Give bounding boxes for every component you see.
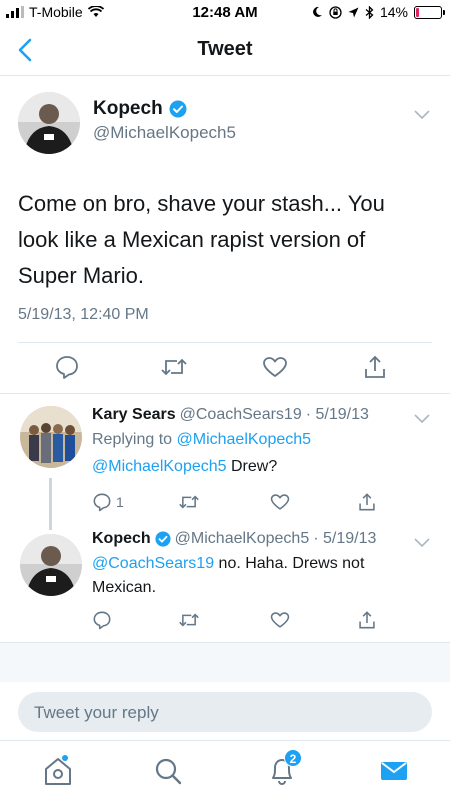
retweet-icon <box>161 358 187 376</box>
reply-author-name[interactable]: Kopech <box>92 530 151 548</box>
share-icon <box>365 355 385 378</box>
chevron-down-icon <box>414 110 430 120</box>
like-button[interactable] <box>262 354 288 380</box>
tab-home[interactable] <box>40 753 76 789</box>
search-icon <box>155 758 182 785</box>
verified-icon <box>155 531 171 547</box>
retweet-icon <box>179 495 199 509</box>
reply-button[interactable]: 1 <box>92 492 124 512</box>
mention-link[interactable]: @CoachSears19 <box>92 555 214 572</box>
share-button[interactable] <box>357 610 377 630</box>
reply-author-handle[interactable]: @MichaelKopech5 <box>175 530 310 548</box>
status-bar: T-Mobile 12:48 AM 14% <box>0 0 450 24</box>
home-icon <box>45 758 71 785</box>
reply-tweet[interactable]: Kary Sears @CoachSears19 · 5/19/13 Reply… <box>0 394 450 530</box>
avatar-image <box>20 534 82 596</box>
reply-date: · 5/19/13 <box>313 530 377 547</box>
share-button[interactable] <box>362 354 388 380</box>
reply-text-body: no. Haha. Drews not <box>214 555 365 572</box>
mention-link[interactable]: @MichaelKopech5 <box>92 458 227 475</box>
reply-icon <box>93 611 111 630</box>
reply-count: 1 <box>116 494 124 510</box>
reply-author-handle[interactable]: @CoachSears19 <box>180 406 302 424</box>
rotation-lock-icon <box>329 5 342 19</box>
author-name[interactable]: Kopech <box>93 98 187 120</box>
reply-header: Kopech @MichaelKopech5 · 5/19/13 <box>92 530 376 548</box>
author-name-label: Kopech <box>93 98 163 119</box>
page-title: Tweet <box>197 38 253 60</box>
battery-percent: 14% <box>379 4 408 20</box>
battery-icon <box>414 5 445 19</box>
like-icon <box>270 612 290 628</box>
share-icon <box>359 493 375 511</box>
reply-text: @MichaelKopech5 Drew? <box>92 455 432 479</box>
reply-input[interactable]: Tweet your reply <box>18 692 432 732</box>
retweet-button[interactable] <box>178 492 200 512</box>
tab-messages[interactable] <box>376 753 412 789</box>
verified-icon <box>169 100 187 118</box>
avatar-image <box>18 92 80 154</box>
reply-date: · 5/19/13 <box>305 406 369 423</box>
tweet-timestamp[interactable]: 5/19/13, 12:40 PM <box>18 306 149 324</box>
like-icon <box>263 357 287 377</box>
reply-header: Kary Sears @CoachSears19 · 5/19/13 <box>92 406 369 424</box>
moon-icon <box>313 6 322 17</box>
timeline-end-band <box>0 642 450 682</box>
main-tweet: Kopech @MichaelKopech5 Come on bro, shav… <box>0 76 450 394</box>
thread-connector <box>49 478 52 530</box>
reply-text-body: Drew? <box>226 458 278 475</box>
tab-notifications[interactable]: 2 <box>264 749 302 789</box>
like-icon <box>270 494 290 510</box>
tweet-text: Come on bro, shave your stash... You loo… <box>18 191 385 288</box>
tweet-menu-button[interactable] <box>414 414 430 424</box>
share-icon <box>359 611 375 629</box>
messages-icon <box>381 762 407 780</box>
retweet-icon <box>179 613 199 627</box>
retweet-button[interactable] <box>178 610 200 630</box>
tab-search[interactable] <box>150 753 186 789</box>
tab-bar: 2 <box>0 740 450 800</box>
reply-icon <box>56 356 78 379</box>
avatar[interactable] <box>20 406 82 468</box>
avatar[interactable] <box>18 92 80 154</box>
new-content-dot <box>62 755 68 761</box>
chevron-down-icon <box>414 414 430 424</box>
status-right: 14% <box>311 4 445 20</box>
reply-text-continued: Mexican. <box>92 579 157 596</box>
reply-author-name[interactable]: Kary Sears <box>92 406 176 424</box>
like-button[interactable] <box>270 610 290 630</box>
nav-header: Tweet <box>0 24 450 76</box>
reply-button[interactable] <box>54 354 80 380</box>
retweet-button[interactable] <box>160 354 188 380</box>
reply-text: @CoachSears19 no. Haha. Drews not <box>92 552 432 576</box>
notification-badge: 2 <box>284 749 302 767</box>
reply-tweet[interactable]: Kopech @MichaelKopech5 · 5/19/13 @CoachS… <box>0 530 450 642</box>
avatar[interactable] <box>20 534 82 596</box>
chevron-down-icon <box>414 538 430 548</box>
author-handle[interactable]: @MichaelKopech5 <box>93 123 236 143</box>
reply-button[interactable] <box>92 610 112 630</box>
reply-icon <box>93 493 111 512</box>
battery-level <box>416 7 419 17</box>
tweet-menu-button[interactable] <box>414 110 430 120</box>
replying-to-label: Replying to <box>92 431 173 448</box>
location-icon <box>348 7 359 17</box>
avatar-image <box>20 406 82 468</box>
reply-input-placeholder: Tweet your reply <box>34 703 159 722</box>
share-button[interactable] <box>357 492 377 512</box>
like-button[interactable] <box>270 492 290 512</box>
divider <box>18 342 432 343</box>
tweet-actions <box>0 354 450 384</box>
bluetooth-icon <box>365 5 374 19</box>
replying-to-link[interactable]: @MichaelKopech5 <box>177 431 312 448</box>
replying-to: Replying to @MichaelKopech5 <box>92 428 432 452</box>
tweet-menu-button[interactable] <box>414 538 430 548</box>
